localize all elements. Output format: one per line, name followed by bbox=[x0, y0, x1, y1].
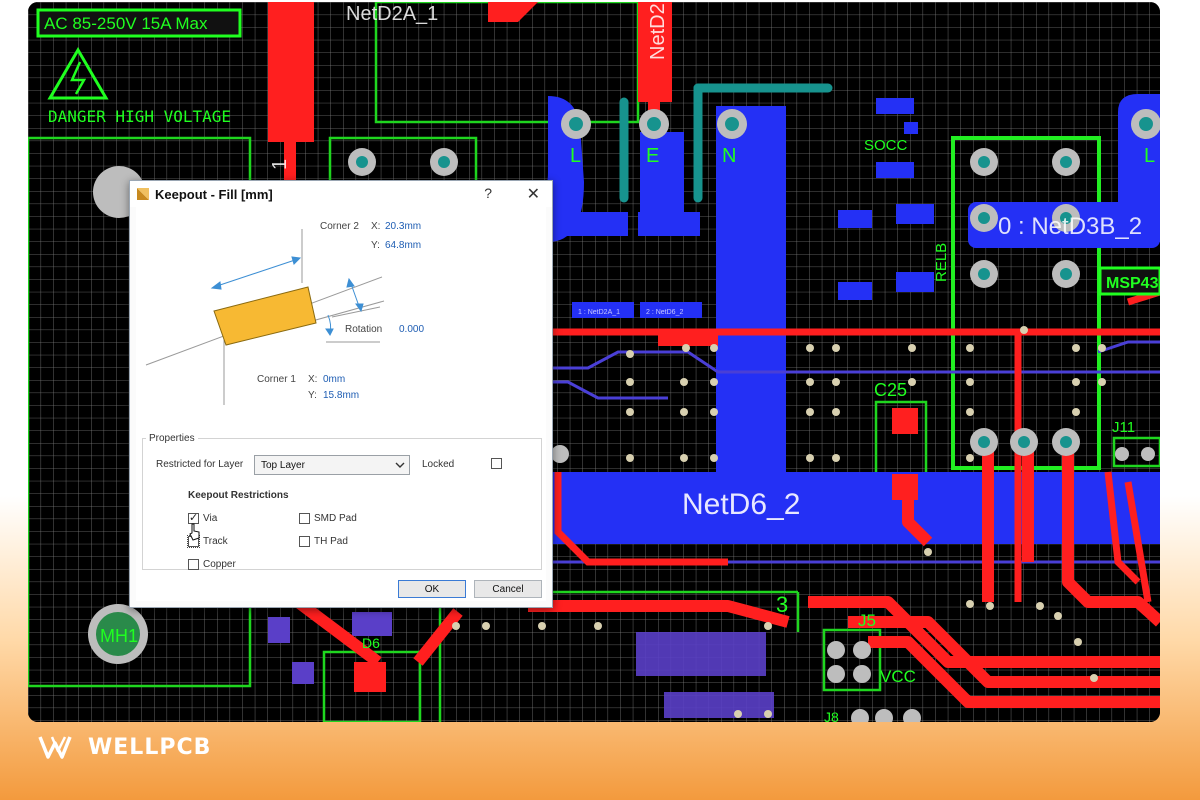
j8-label: J8 bbox=[824, 709, 839, 722]
smd-pad-checkbox[interactable] bbox=[299, 513, 310, 524]
layer-select-value: Top Layer bbox=[261, 459, 305, 471]
properties-label: Properties bbox=[146, 433, 198, 444]
socc-label: SOCC bbox=[864, 137, 908, 154]
corner1-label: Corner 1 bbox=[257, 374, 296, 385]
rotation-label: Rotation bbox=[345, 324, 383, 335]
mh1-label: MH1 bbox=[100, 626, 138, 646]
close-button[interactable]: ✕ bbox=[527, 184, 540, 204]
corner2-x-label: X: bbox=[371, 221, 381, 232]
d6-label: D6 bbox=[362, 635, 380, 651]
corner1-x-value: 0mm bbox=[323, 374, 346, 385]
net-label-big: NetD6_2 bbox=[682, 488, 800, 521]
brand-name: WELLPCB bbox=[88, 734, 212, 760]
locked-label: Locked bbox=[422, 459, 455, 470]
ok-button[interactable]: OK bbox=[398, 580, 466, 598]
th-pad-label: TH Pad bbox=[314, 536, 348, 547]
locked-checkbox[interactable] bbox=[491, 458, 502, 469]
pin-label-l: L bbox=[570, 145, 581, 167]
option-smd-pad[interactable]: SMD Pad bbox=[299, 513, 357, 524]
j5-label: J5 bbox=[858, 611, 876, 630]
option-th-pad[interactable]: TH Pad bbox=[299, 536, 348, 547]
corner2-x-value: 20.3mm bbox=[385, 221, 422, 232]
pin-label-e: E bbox=[646, 145, 659, 167]
wellpcb-logo: WELLPCB bbox=[38, 732, 211, 762]
dialog-body: Corner 2 X: 20.3mm Y: 64.8mm Rotation 0.… bbox=[136, 207, 546, 601]
via-label: Via bbox=[203, 513, 218, 524]
restricted-for-layer-label: Restricted for Layer bbox=[156, 459, 244, 470]
th-pad-checkbox[interactable] bbox=[299, 536, 310, 547]
app-icon bbox=[137, 188, 149, 200]
num-3-label: 3 bbox=[776, 592, 788, 617]
danger-label: DANGER HIGH VOLTAGE bbox=[48, 107, 231, 126]
keepout-fill-dialog[interactable]: Keepout - Fill [mm] ? ✕ Corner 2 X: 20.3… bbox=[129, 180, 553, 608]
net-label-top-left: NetD2A_1 bbox=[346, 3, 438, 25]
keepout-restrictions-title: Keepout Restrictions bbox=[188, 490, 289, 501]
pad-label-b: 2 : NetD6_2 bbox=[646, 309, 683, 316]
pad-num-1: 1 bbox=[269, 159, 291, 170]
smd-pad-label: SMD Pad bbox=[314, 513, 357, 524]
corner1-y-value: 15.8mm bbox=[323, 390, 360, 401]
c25-label: C25 bbox=[874, 380, 907, 400]
chevron-down-icon bbox=[395, 462, 405, 468]
page-background: AC 85-250V 15A Max DANGER HIGH VOLTAGE N… bbox=[0, 0, 1200, 800]
dialog-title: Keepout - Fill [mm] bbox=[155, 186, 273, 202]
pcb-editor-viewport[interactable]: AC 85-250V 15A Max DANGER HIGH VOLTAGE N… bbox=[28, 2, 1160, 722]
pin-label-n: N bbox=[722, 145, 736, 167]
wellpcb-logo-icon bbox=[38, 736, 72, 759]
msp-label: MSP43 bbox=[1106, 275, 1159, 292]
net-label-top-mid: NetD2 bbox=[647, 3, 669, 60]
pad-label-a: 1 : NetD2A_1 bbox=[578, 309, 620, 316]
corner1-x-label: X: bbox=[308, 374, 318, 385]
layer-select[interactable]: Top Layer bbox=[254, 455, 410, 475]
copper-label: Copper bbox=[203, 559, 236, 570]
corner2-y-value: 64.8mm bbox=[385, 240, 422, 251]
corner1-y-label: Y: bbox=[308, 390, 317, 401]
corner2-y-label: Y: bbox=[371, 240, 380, 251]
hand-cursor-icon bbox=[189, 523, 200, 541]
corner2-label: Corner 2 bbox=[320, 221, 359, 232]
copper-checkbox[interactable] bbox=[188, 559, 199, 570]
relb-label: RELB bbox=[933, 243, 950, 282]
pin-label-l2: L bbox=[1144, 145, 1155, 167]
cancel-button[interactable]: Cancel bbox=[474, 580, 542, 598]
help-button[interactable]: ? bbox=[484, 185, 492, 201]
option-copper[interactable]: Copper bbox=[188, 559, 236, 570]
track-label: Track bbox=[203, 536, 228, 547]
warning-label: AC 85-250V 15A Max bbox=[44, 14, 208, 33]
net-label-right: 0 : NetD3B_2 bbox=[998, 213, 1142, 240]
j11-label: J11 bbox=[1112, 419, 1135, 436]
vcc-label: VCC bbox=[880, 667, 916, 686]
rotation-value: 0.000 bbox=[399, 324, 425, 335]
